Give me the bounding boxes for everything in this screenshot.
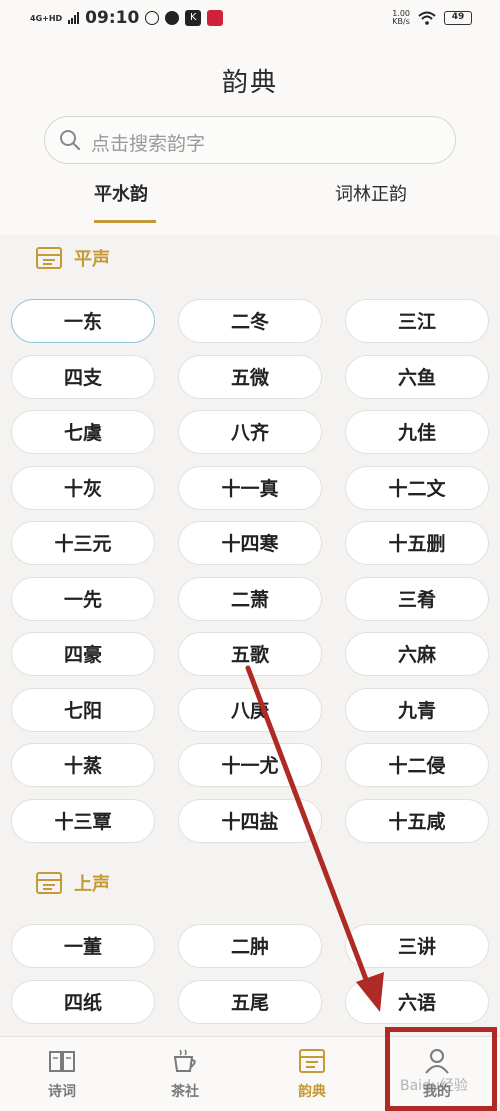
rhyme-button[interactable]: 十一真 bbox=[178, 465, 322, 510]
signal-icon bbox=[68, 12, 80, 24]
section-rhyme-icon bbox=[36, 247, 62, 269]
active-tab-indicator bbox=[94, 220, 156, 223]
rhyme-button[interactable]: 二冬 bbox=[178, 299, 322, 343]
rhyme-button[interactable]: 十四盐 bbox=[178, 798, 322, 843]
rhyme-button[interactable]: 四纸 bbox=[11, 979, 155, 1024]
header: 韵典 点击搜索韵字 平水韵 词林正韵 bbox=[0, 40, 500, 235]
nav-chashe[interactable]: 茶社 bbox=[150, 1047, 220, 1101]
rhyme-button[interactable]: 九佳 bbox=[345, 410, 489, 454]
wifi-icon bbox=[418, 11, 436, 25]
rhyme-button[interactable]: 五歌 bbox=[178, 632, 322, 676]
rhyme-button[interactable]: 四支 bbox=[11, 354, 155, 399]
teacup-icon bbox=[173, 1049, 196, 1072]
battery-icon: 49 bbox=[444, 11, 472, 25]
rhyme-button[interactable]: 十三覃 bbox=[11, 798, 155, 843]
rhyme-button[interactable]: 八庚 bbox=[178, 687, 322, 732]
network-speed: 1.00 KB/s bbox=[392, 10, 410, 26]
status-bar: 4G+HD 09:10 K 1.00 KB/s 49 bbox=[0, 0, 500, 40]
search-icon bbox=[60, 130, 81, 151]
nav-label: 茶社 bbox=[171, 1084, 199, 1100]
rhyme-button[interactable]: 七阳 bbox=[11, 687, 155, 732]
rhyme-button[interactable]: 十三元 bbox=[11, 521, 155, 565]
section-header-shangsheng: 上声 bbox=[34, 870, 110, 896]
rhyme-button[interactable]: 二萧 bbox=[178, 576, 322, 621]
nav-label: 韵典 bbox=[298, 1084, 326, 1100]
search-input[interactable]: 点击搜索韵字 bbox=[44, 116, 456, 164]
rhyme-button[interactable]: 十蒸 bbox=[11, 743, 155, 787]
rhyme-button[interactable]: 十四寒 bbox=[178, 521, 322, 565]
section-rhyme-icon bbox=[36, 872, 62, 894]
rhyme-button[interactable]: 十一尤 bbox=[178, 743, 322, 787]
book-icon bbox=[49, 1051, 75, 1072]
app-notification-icon bbox=[145, 11, 160, 25]
rhyme-button[interactable]: 十五删 bbox=[345, 521, 489, 565]
network-type: 4G+HD bbox=[30, 13, 63, 23]
annotation-highlight-box bbox=[385, 1027, 497, 1111]
rhyme-button[interactable]: 十灰 bbox=[11, 465, 155, 510]
rhyme-button[interactable]: 一先 bbox=[11, 576, 155, 621]
section-label: 平声 bbox=[74, 249, 110, 270]
rhyme-button[interactable]: 十五咸 bbox=[345, 798, 489, 843]
rhyme-button[interactable]: 二肿 bbox=[178, 924, 322, 968]
rhyme-button[interactable]: 一东 bbox=[11, 299, 155, 343]
nav-yundian[interactable]: 韵典 bbox=[277, 1047, 347, 1101]
tab-cilinzhengyun[interactable]: 词林正韵 bbox=[335, 180, 407, 206]
rhyme-button[interactable]: 六麻 bbox=[345, 632, 489, 676]
section-header-pingsheng: 平声 bbox=[34, 245, 110, 271]
tab-pingshuiyun[interactable]: 平水韵 bbox=[94, 180, 148, 206]
rhyme-button[interactable]: 五微 bbox=[178, 354, 322, 399]
rhyme-button[interactable]: 十二文 bbox=[345, 465, 489, 510]
rhyme-button[interactable]: 三肴 bbox=[345, 576, 489, 621]
rhyme-button[interactable]: 六语 bbox=[345, 979, 489, 1024]
rhyme-button[interactable]: 九青 bbox=[345, 687, 489, 732]
rhyme-dictionary-icon bbox=[299, 1049, 325, 1073]
news-app-icon bbox=[207, 10, 224, 26]
rhyme-button[interactable]: 三讲 bbox=[345, 924, 489, 968]
rhyme-button[interactable]: 一董 bbox=[11, 924, 155, 968]
rhyme-button[interactable]: 八齐 bbox=[178, 410, 322, 454]
rhyme-button[interactable]: 五尾 bbox=[178, 979, 322, 1024]
rhyme-button[interactable]: 四豪 bbox=[11, 632, 155, 676]
clock: 09:10 bbox=[85, 8, 140, 28]
page-title: 韵典 bbox=[221, 68, 278, 98]
nav-shici[interactable]: 诗词 bbox=[27, 1047, 97, 1101]
search-placeholder: 点击搜索韵字 bbox=[91, 133, 206, 155]
speed-unit: KB/s bbox=[392, 17, 410, 26]
k-app-icon: K bbox=[185, 10, 202, 26]
rhyme-button[interactable]: 十二侵 bbox=[345, 743, 489, 787]
rhyme-button[interactable]: 三江 bbox=[345, 299, 489, 343]
section-label: 上声 bbox=[74, 874, 110, 895]
watermark: Baidu经验 bbox=[400, 1078, 468, 1094]
rhyme-button[interactable]: 七虞 bbox=[11, 410, 155, 454]
leaf-notification-icon bbox=[165, 11, 180, 25]
rhyme-button[interactable]: 六鱼 bbox=[345, 354, 489, 399]
nav-label: 诗词 bbox=[48, 1084, 76, 1100]
